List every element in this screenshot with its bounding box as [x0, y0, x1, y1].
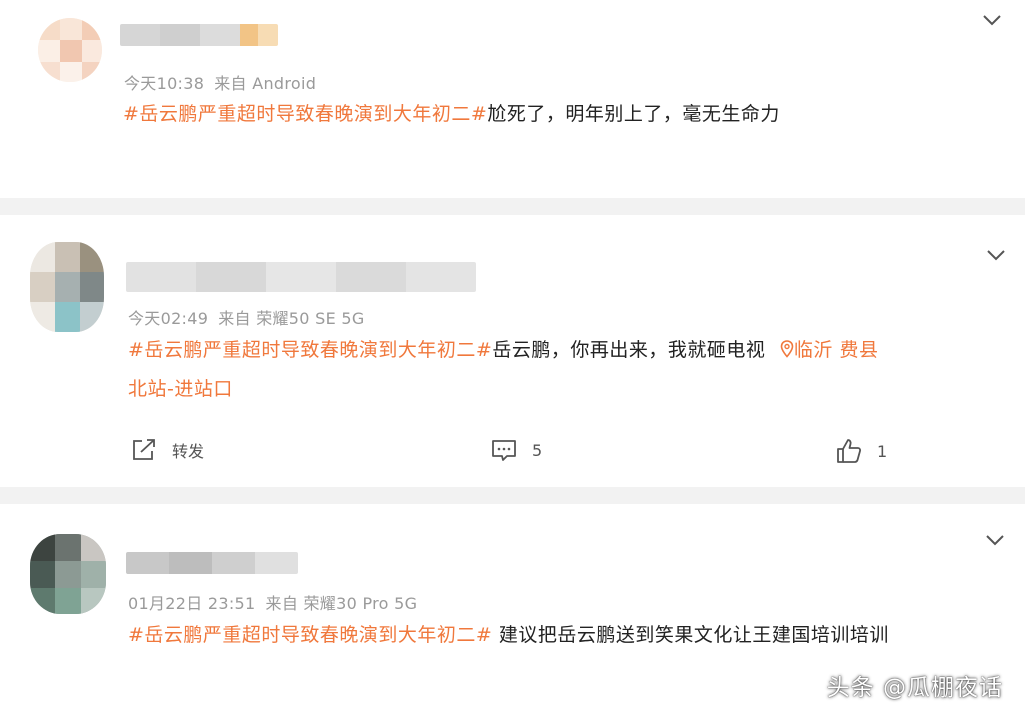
- location-text-part1: 临沂 费县: [793, 339, 879, 361]
- comment-count: 5: [532, 440, 543, 460]
- repost-label: 转发: [172, 442, 205, 461]
- comment-button[interactable]: 5: [490, 437, 542, 463]
- post-text: 尬死了，明年别上了，毫无生命力: [487, 103, 780, 125]
- hashtag-link[interactable]: #岳云鹏严重超时导致春晚演到大年初二#: [128, 624, 492, 646]
- post-meta: 01月22日 23:51 来自 荣耀30 Pro 5G: [128, 590, 427, 614]
- avatar[interactable]: [30, 534, 106, 614]
- watermark: 头条 @瓜棚夜话: [826, 675, 1003, 701]
- post-separator: [0, 487, 1025, 504]
- post-content: #岳云鹏严重超时导致春晚演到大年初二# 建议把岳云鹏送到笑果文化让王建国培训培训: [128, 617, 889, 654]
- hashtag-link[interactable]: #岳云鹏严重超时导致春晚演到大年初二#: [123, 103, 487, 125]
- post-time: 01月22日 23:51: [128, 594, 256, 613]
- post-separator: [0, 198, 1025, 215]
- chevron-down-icon[interactable]: [983, 245, 1009, 265]
- thumbs-up-icon: [837, 439, 862, 463]
- hashtag-link[interactable]: #岳云鹏严重超时导致春晚演到大年初二#: [128, 339, 492, 361]
- post-content: #岳云鹏严重超时导致春晚演到大年初二#岳云鹏，你再出来，我就砸电视 临沂 费县: [128, 332, 878, 369]
- post-meta: 今天02:49 来自 荣耀50 SE 5G: [128, 305, 375, 329]
- username-blurred[interactable]: [126, 552, 298, 574]
- post-text: 建议把岳云鹏送到笑果文化让王建国培训培训: [492, 624, 889, 646]
- avatar[interactable]: [30, 242, 104, 332]
- post-meta: 今天10:38 来自 Android: [124, 70, 326, 94]
- post-card-1: 今天10:38 来自 Android #岳云鹏严重超时导致春晚演到大年初二#尬死了…: [0, 0, 1025, 198]
- username-blurred[interactable]: [126, 262, 476, 292]
- post-source: 来自 荣耀30 Pro 5G: [265, 594, 418, 613]
- post-source: 来自 Android: [214, 74, 317, 93]
- post-time: 今天02:49: [128, 309, 209, 328]
- location-link[interactable]: 临沂 费县: [772, 339, 879, 361]
- post-text: 岳云鹏，你再出来，我就砸电视: [492, 339, 766, 361]
- comment-icon: [492, 440, 516, 461]
- username-blurred[interactable]: [120, 24, 278, 46]
- avatar[interactable]: [38, 18, 102, 82]
- like-button[interactable]: 1: [835, 437, 887, 465]
- post-time: 今天10:38: [124, 74, 205, 93]
- like-count: 1: [877, 441, 888, 461]
- location-pin-icon: [780, 340, 794, 358]
- post-content: #岳云鹏严重超时导致春晚演到大年初二#尬死了，明年别上了，毫无生命力: [123, 96, 780, 133]
- chevron-down-icon[interactable]: [982, 530, 1008, 550]
- post-card-2: 今天02:49 来自 荣耀50 SE 5G #岳云鹏严重超时导致春晚演到大年初二#…: [0, 215, 1025, 487]
- chevron-down-icon[interactable]: [979, 10, 1005, 30]
- location-text-part2[interactable]: 北站-进站口: [128, 378, 233, 400]
- post-source: 来自 荣耀50 SE 5G: [218, 309, 365, 328]
- repost-button[interactable]: 转发: [130, 437, 204, 463]
- repost-icon: [133, 439, 155, 460]
- post-content-line2: 北站-进站口: [128, 371, 233, 408]
